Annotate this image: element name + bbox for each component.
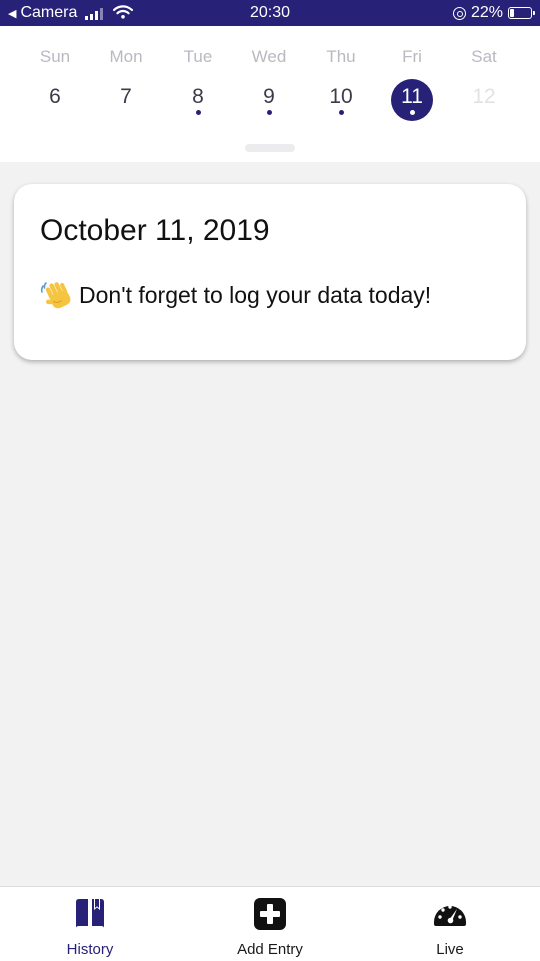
wifi-icon <box>113 5 134 19</box>
tab-history[interactable]: History <box>20 887 160 961</box>
tab-bar: History Add Entry Live <box>0 886 540 961</box>
tab-live[interactable]: Live <box>380 887 520 961</box>
day-number: 12 <box>472 85 496 108</box>
day-number: 8 <box>192 85 204 108</box>
day-name: Sat <box>471 47 497 66</box>
entry-dot <box>339 110 344 115</box>
orientation-lock-icon <box>452 6 466 20</box>
battery-percent: 22% <box>470 4 503 21</box>
plus-square-icon <box>254 898 286 930</box>
back-app-label[interactable]: Camera <box>20 4 77 22</box>
day-name: Sun <box>39 47 71 66</box>
tab-add-entry[interactable]: Add Entry <box>200 887 340 961</box>
day-number: 11 <box>401 85 423 108</box>
battery-icon <box>508 7 535 19</box>
status-right: 22% <box>452 4 535 22</box>
waving-hand-icon <box>40 282 71 309</box>
speedometer-icon <box>434 905 466 926</box>
entry-dot <box>410 110 415 115</box>
entry-dot <box>196 110 201 115</box>
card-message: Don't forget to log your data today! <box>79 281 432 308</box>
tab-label: Live <box>436 941 464 958</box>
back-arrow-icon[interactable]: ◀ <box>8 7 16 20</box>
card-message-row: Don't forget to log your data today! <box>40 280 431 310</box>
day-number: 9 <box>263 85 275 108</box>
status-left: ◀ Camera <box>8 4 134 22</box>
day-number: 10 <box>329 85 353 108</box>
tab-label: Add Entry <box>237 941 303 958</box>
day-name: Wed <box>251 47 287 66</box>
day-number: 7 <box>120 85 132 108</box>
tab-label: History <box>66 941 114 958</box>
day-name: Fri <box>402 47 422 66</box>
status-bar: ◀ Camera 20:30 22% <box>0 0 540 26</box>
day-name: Thu <box>326 47 356 66</box>
day-number: 6 <box>49 85 61 108</box>
card-date: October 11, 2019 <box>40 214 270 247</box>
book-icon <box>76 899 104 928</box>
reminder-card: October 11, 2019 Don't forget to log you… <box>14 184 526 360</box>
entry-dot <box>267 110 272 115</box>
signal-icon <box>85 7 104 20</box>
day-name: Tue <box>183 47 213 66</box>
week-calendar: Sun 6 Mon 7 Tue 8 Wed 9 Thu 10 Fri 11 Sa… <box>0 26 540 162</box>
battery-level <box>510 9 514 17</box>
battery-cap <box>533 11 535 15</box>
drag-handle[interactable] <box>245 144 295 152</box>
day-name: Mon <box>109 47 143 66</box>
